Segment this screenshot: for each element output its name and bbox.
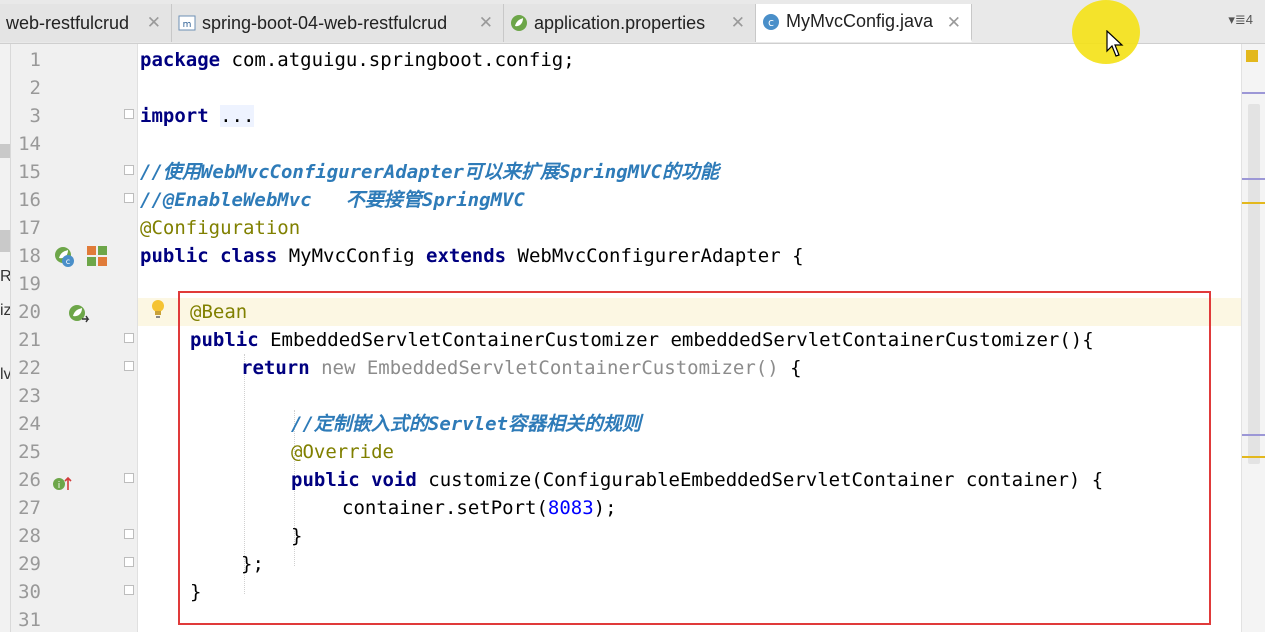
close-icon[interactable]: ✕: [147, 13, 161, 33]
bean-method-icon[interactable]: [67, 302, 91, 326]
line-number: 23: [18, 385, 41, 407]
tab-label: spring-boot-04-web-restfulcrud: [202, 12, 448, 33]
warning-marker[interactable]: [1242, 456, 1265, 458]
class-c-icon: c: [763, 13, 779, 30]
comment-text: 可以来扩展: [464, 161, 560, 183]
comment-text: //使用: [140, 161, 201, 183]
code-line-1: package com.atguigu.springboot.config;: [140, 46, 575, 74]
close-icon[interactable]: ✕: [731, 13, 745, 33]
highlight-box: [178, 291, 1211, 625]
change-marker[interactable]: [1242, 92, 1265, 94]
panel-edge-text: lv: [0, 366, 11, 383]
keyword: import: [140, 105, 209, 127]
line-number: 16: [18, 189, 41, 211]
line-number: 27: [18, 497, 41, 519]
line-number: 29: [18, 553, 41, 575]
comment-text: SpringMVC: [421, 189, 525, 211]
line-number: 24: [18, 413, 41, 435]
code-line-18: public class MyMvcConfig extends WebMvcC…: [140, 242, 804, 270]
keyword: public: [140, 245, 209, 267]
line-number: 14: [18, 133, 41, 155]
panel-edge-text: iz: [0, 302, 11, 319]
line-number: 2: [29, 77, 41, 99]
line-number: 20: [18, 301, 41, 323]
line-number: 28: [18, 525, 41, 547]
inspection-status-icon[interactable]: [1246, 50, 1258, 62]
comment-text: WebMvcConfigurerAdapter: [200, 161, 464, 183]
line-number: 22: [18, 357, 41, 379]
svg-text:m: m: [183, 20, 192, 30]
svg-text:c: c: [768, 16, 774, 29]
implements-method-icon[interactable]: i: [51, 472, 75, 496]
line-number: 26: [18, 469, 41, 491]
close-icon[interactable]: ✕: [947, 13, 961, 33]
spring-leaf-icon: [511, 15, 527, 31]
fold-marker-icon[interactable]: [124, 473, 134, 483]
keyword: extends: [426, 245, 507, 267]
tab-web-restfulcrud[interactable]: web-restfulcrud ✕: [0, 4, 172, 42]
tab-label: MyMvcConfig.java: [786, 11, 934, 31]
error-stripe-scrollbar[interactable]: [1241, 44, 1265, 632]
line-number: 17: [18, 217, 41, 239]
comment-text: SpringMVC: [559, 161, 662, 183]
code-text: com.atguigu.springboot.config;: [220, 49, 575, 71]
spring-bean-icon[interactable]: c: [53, 245, 77, 269]
line-number-gutter[interactable]: 1 2 3 14 15 16 17 18 19 20 21 22 23 24 2…: [11, 44, 138, 632]
tab-list-menu-icon[interactable]: ▾≣4: [1228, 12, 1253, 28]
comment-text: 的功能: [661, 161, 719, 183]
fold-marker-icon[interactable]: [124, 557, 134, 567]
keyword: class: [220, 245, 278, 267]
mouse-pointer-icon: [1106, 30, 1124, 57]
tab-label: web-restfulcrud: [6, 12, 130, 33]
code-line-17: @Configuration: [140, 214, 300, 242]
fold-marker-icon[interactable]: [124, 333, 134, 343]
fold-marker-icon[interactable]: [124, 361, 134, 371]
line-number: 31: [18, 609, 41, 631]
line-number: 30: [18, 581, 41, 603]
fold-marker-icon[interactable]: [124, 165, 134, 175]
panel-edge-text: R: [0, 268, 11, 285]
code-line-16: //@EnableWebMvc 不要接管SpringMVC: [140, 186, 525, 214]
line-number: 3: [29, 105, 41, 127]
tab-label: application.properties: [534, 12, 706, 33]
svg-text:c: c: [66, 257, 70, 266]
fold-marker-icon[interactable]: [124, 529, 134, 539]
tab-application-properties[interactable]: application.properties ✕: [504, 4, 756, 42]
change-marker[interactable]: [1242, 178, 1265, 180]
panel-edge-block: [0, 144, 10, 158]
line-number: 21: [18, 329, 41, 351]
code-text: WebMvcConfigurerAdapter {: [506, 245, 804, 267]
svg-text:i: i: [58, 481, 61, 491]
fold-marker-icon[interactable]: [124, 585, 134, 595]
comment-text: //@EnableWebMvc: [140, 189, 312, 211]
annotation: @Configuration: [140, 217, 301, 239]
warning-marker[interactable]: [1242, 202, 1265, 204]
maven-icon: m: [178, 15, 196, 31]
fold-expand-icon[interactable]: [124, 109, 134, 119]
line-number: 25: [18, 441, 41, 463]
project-panel-edge: R iz lv: [0, 44, 11, 632]
line-number: 19: [18, 273, 41, 295]
scrollbar-thumb[interactable]: [1248, 104, 1260, 464]
spring-config-icon[interactable]: [85, 244, 109, 268]
change-marker[interactable]: [1242, 434, 1265, 436]
comment-text: 不要接管: [311, 189, 422, 211]
tab-spring-boot-04-web-restfulcrud[interactable]: m spring-boot-04-web-restfulcrud ✕: [172, 4, 504, 42]
keyword: package: [140, 49, 221, 71]
lightbulb-icon[interactable]: [150, 298, 166, 320]
line-number: 1: [29, 49, 41, 71]
folded-imports[interactable]: ...: [220, 105, 255, 127]
tab-mymvcconfig-java[interactable]: c MyMvcConfig.java ✕: [756, 4, 972, 42]
line-number: 18: [18, 245, 41, 267]
close-icon[interactable]: ✕: [479, 13, 493, 33]
line-number: 15: [18, 161, 41, 183]
fold-marker-icon[interactable]: [124, 193, 134, 203]
code-line-15: //使用WebMvcConfigurerAdapter可以来扩展SpringMV…: [140, 158, 719, 186]
panel-edge-block: [0, 230, 10, 252]
class-name: MyMvcConfig: [277, 245, 427, 267]
code-line-3: import ...: [140, 102, 255, 130]
